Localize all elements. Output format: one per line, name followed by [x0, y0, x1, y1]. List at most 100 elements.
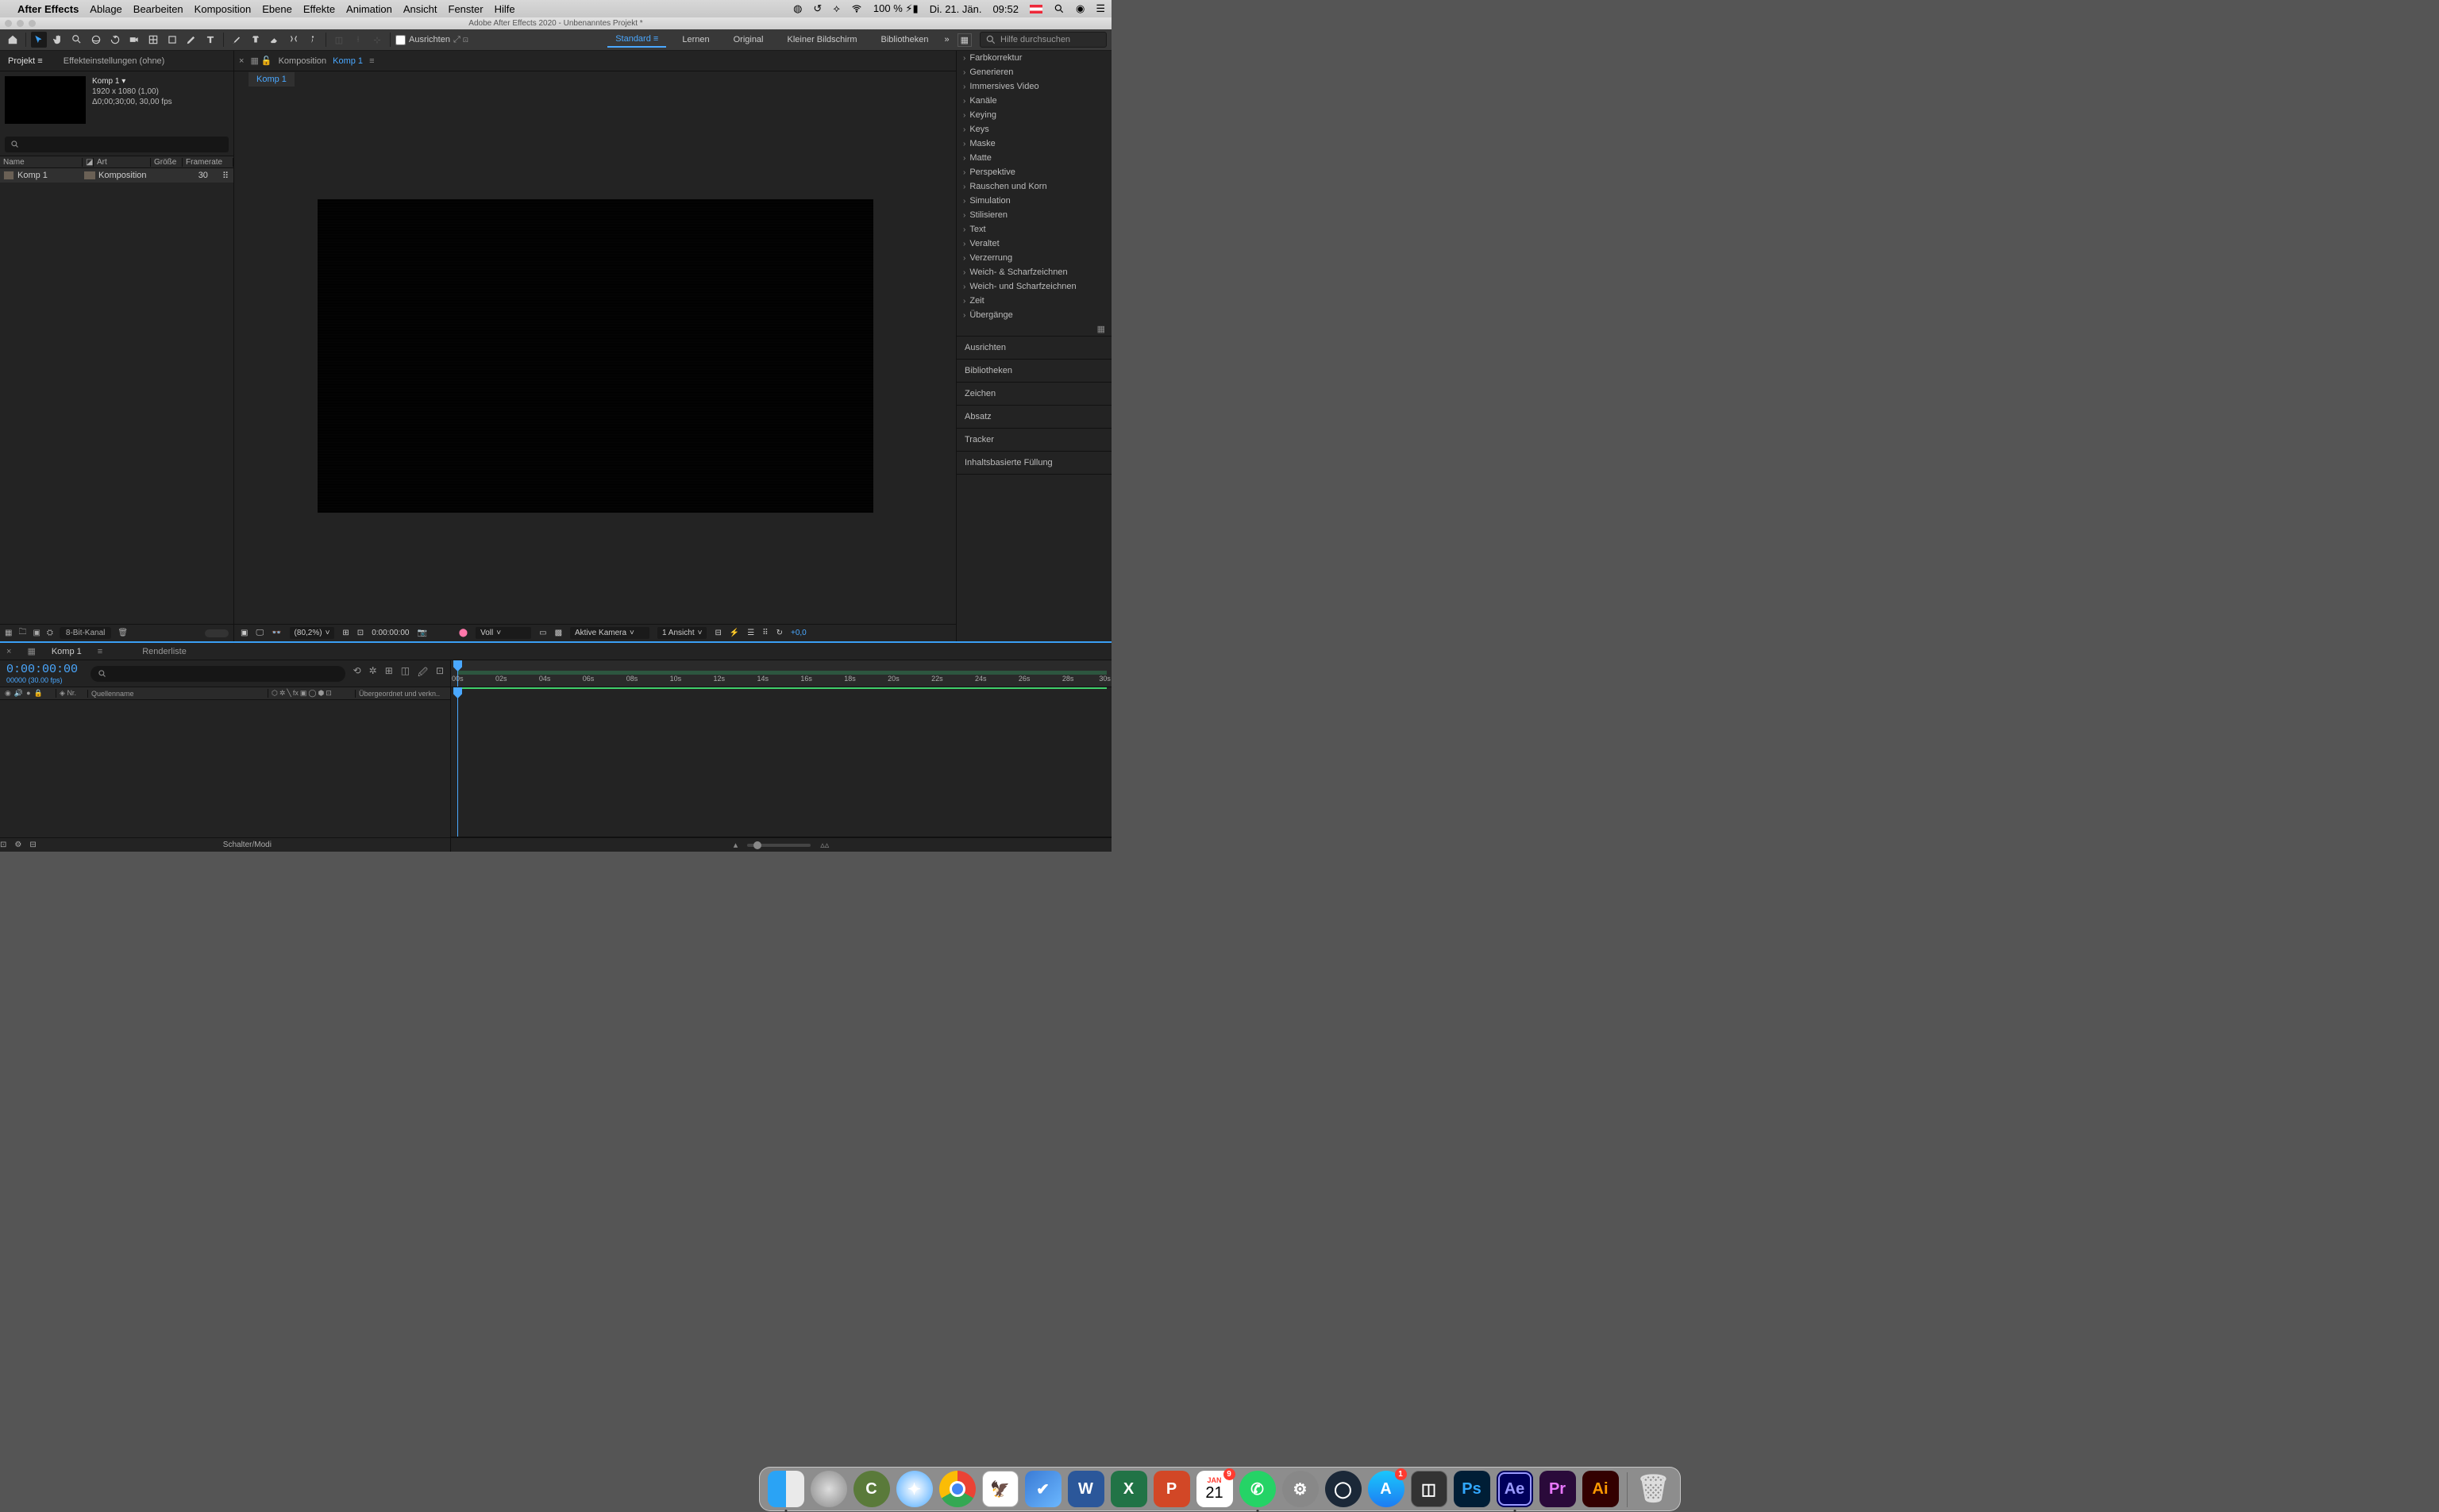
solo-col-icon[interactable]: ●	[26, 689, 30, 698]
menu-animation[interactable]: Animation	[346, 3, 392, 15]
composition-viewer[interactable]	[234, 87, 956, 624]
channel-icon[interactable]: 🖵	[256, 629, 264, 637]
brush-tool[interactable]	[229, 32, 245, 48]
puppet-tool[interactable]	[305, 32, 321, 48]
new-comp-icon[interactable]: ▣	[33, 629, 40, 637]
bone-icon[interactable]: ⟊	[350, 32, 366, 48]
adjust-icon[interactable]: ⛭	[47, 629, 53, 637]
menu-view[interactable]: Ansicht	[403, 3, 437, 15]
mask-icon[interactable]: 👓	[272, 629, 281, 637]
lock-col-icon[interactable]: 🔒	[34, 689, 43, 698]
window-zoom[interactable]	[29, 20, 36, 27]
dock-camtasia[interactable]: C	[853, 1471, 890, 1507]
menu-layer[interactable]: Ebene	[262, 3, 292, 15]
rotate-tool[interactable]	[107, 32, 123, 48]
battery-status[interactable]: 100 % ⚡︎▮	[873, 2, 919, 15]
siri-icon[interactable]: ◉	[1076, 2, 1085, 15]
viewer-time[interactable]: 0:00:00:00	[372, 629, 409, 637]
home-button[interactable]	[5, 32, 21, 48]
color-icon[interactable]: ⬤	[459, 629, 468, 637]
fx-category[interactable]: Rauschen und Korn	[957, 179, 1112, 194]
menubar-time[interactable]: 09:52	[992, 3, 1019, 15]
panel-align[interactable]: Ausrichten	[957, 337, 1112, 360]
frame-blend-icon[interactable]: ⊞	[385, 665, 393, 682]
tl-toggle1-icon[interactable]: ⊡	[0, 841, 6, 849]
fx-category[interactable]: Text	[957, 222, 1112, 237]
exposure-value[interactable]: +0,0	[791, 629, 807, 637]
workspace-menu-icon[interactable]: ▦	[957, 33, 972, 47]
dock-powerpoint[interactable]: P	[1154, 1471, 1190, 1507]
res-icon[interactable]: ⊞	[342, 629, 349, 637]
timeline-search[interactable]	[91, 666, 345, 682]
comp-tab-close[interactable]: ×	[239, 56, 244, 66]
snap-options-icon[interactable]: ⤢ ⊡	[453, 35, 468, 45]
resolution-dropdown[interactable]: Voll ˅	[476, 627, 531, 639]
orbit-tool[interactable]	[88, 32, 104, 48]
bpc-button[interactable]: 8-Bit-Kanal	[60, 627, 111, 639]
playhead-line[interactable]	[457, 687, 458, 837]
views-dropdown[interactable]: 1 Ansicht ˅	[657, 627, 707, 639]
col-label[interactable]: ◪	[83, 158, 94, 167]
col-source[interactable]: Quellenname	[87, 690, 268, 698]
project-search[interactable]	[5, 137, 229, 152]
help-search[interactable]: Hilfe durchsuchen	[980, 32, 1107, 48]
camera-tool[interactable]	[126, 32, 142, 48]
workspace-overflow-icon[interactable]: »	[944, 35, 949, 44]
timeline-track-area[interactable]	[451, 687, 1112, 837]
zoom-out-icon[interactable]: ▴	[734, 840, 738, 850]
project-toggle[interactable]	[205, 629, 229, 637]
fx-category[interactable]: Maske	[957, 137, 1112, 151]
fx-category[interactable]: Veraltet	[957, 237, 1112, 251]
selection-tool[interactable]	[31, 32, 47, 48]
camera-dropdown[interactable]: Aktive Kamera ˅	[570, 627, 649, 639]
fx-category[interactable]: Zeit	[957, 294, 1112, 308]
fx-category[interactable]: Verzerrung	[957, 251, 1112, 265]
col-name[interactable]: Name	[0, 158, 83, 167]
snapshot-icon[interactable]: 📷	[417, 629, 426, 637]
wifi-icon[interactable]	[851, 3, 862, 14]
fx-new-bin-icon[interactable]: ▦	[957, 322, 1112, 336]
zoom-in-icon[interactable]: ▵▵	[820, 840, 829, 850]
workspace-small[interactable]: Kleiner Bildschirm	[780, 33, 865, 47]
mesh-icon[interactable]: ◫	[331, 32, 347, 48]
dock-finder[interactable]	[768, 1471, 804, 1507]
menu-file[interactable]: Ablage	[90, 3, 121, 15]
fx-category[interactable]: Kanäle	[957, 94, 1112, 108]
zoom-tool[interactable]	[69, 32, 85, 48]
flag-icon[interactable]	[1030, 5, 1042, 13]
playhead[interactable]	[457, 660, 458, 687]
col-parent[interactable]: Übergeordnet und verkn..	[355, 690, 450, 698]
switches-modes[interactable]: Schalter/Modi	[223, 841, 272, 849]
dock-premiere[interactable]: Pr	[1539, 1471, 1576, 1507]
dock-safari[interactable]: ✦	[896, 1471, 933, 1507]
tab-effect-controls[interactable]: Effekteinstellungen (ohne)	[60, 53, 168, 69]
zoom-dropdown[interactable]: (80,2%) ˅	[290, 627, 335, 639]
eraser-tool[interactable]	[267, 32, 283, 48]
timeline-icon[interactable]: ☰	[747, 629, 754, 637]
tl-toggle3-icon[interactable]: ⊟	[29, 841, 36, 849]
menu-window[interactable]: Fenster	[449, 3, 484, 15]
comp-name[interactable]: Komp 1 ▾	[92, 76, 172, 87]
dock-aftereffects[interactable]: Ae	[1497, 1471, 1533, 1507]
grid-icon[interactable]: ⊡	[357, 629, 364, 637]
time-machine-icon[interactable]: ↺	[813, 2, 822, 15]
app-menu[interactable]: After Effects	[17, 3, 79, 15]
dock-steam[interactable]: ◯	[1325, 1471, 1362, 1507]
dock-mail[interactable]: 🦅	[982, 1471, 1019, 1507]
notification-center-icon[interactable]: ☰	[1096, 2, 1105, 15]
pin-icon[interactable]: ⊹	[369, 32, 385, 48]
fx-category[interactable]: Stilisieren	[957, 208, 1112, 222]
roto-tool[interactable]	[286, 32, 302, 48]
work-area[interactable]	[457, 671, 1107, 675]
comp-subtab[interactable]: Komp 1	[249, 72, 295, 87]
panel-character[interactable]: Zeichen	[957, 383, 1112, 406]
fx-category[interactable]: Farbkorrektur	[957, 51, 1112, 65]
menu-composition[interactable]: Komposition	[195, 3, 252, 15]
motion-blur-icon[interactable]: ◫	[401, 665, 410, 682]
pen-tool[interactable]	[183, 32, 199, 48]
panel-paragraph[interactable]: Absatz	[957, 406, 1112, 429]
project-item-row[interactable]: Komp 1 Komposition 30 ⠿	[0, 168, 233, 183]
window-close[interactable]	[5, 20, 12, 27]
window-minimize[interactable]	[17, 20, 24, 27]
col-size[interactable]: Größe	[151, 158, 183, 167]
